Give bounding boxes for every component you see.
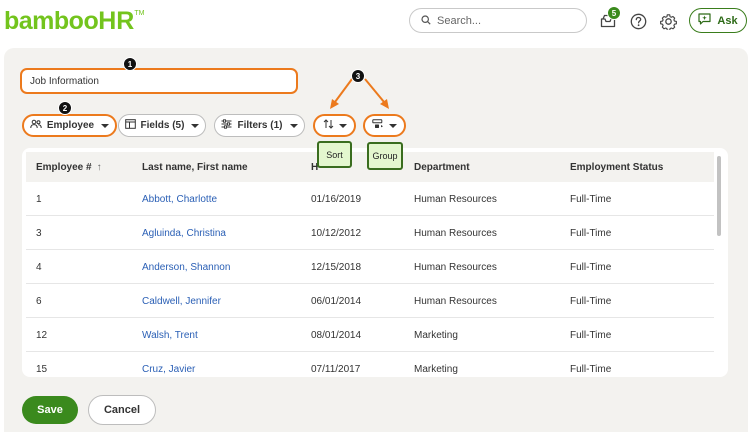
annotation-marker-1: 1 — [123, 57, 137, 71]
cell-employee-number: 12 — [36, 329, 48, 341]
cell-employee-number: 6 — [36, 295, 42, 307]
table-row: 6 Caldwell, Jennifer 06/01/2014 Human Re… — [26, 284, 714, 318]
annotation-marker-3: 3 — [351, 69, 365, 83]
table-row: 15 Cruz, Javier 07/11/2017 Marketing Ful… — [26, 352, 714, 377]
cancel-button[interactable]: Cancel — [88, 395, 156, 425]
cell-hire-date: 01/16/2019 — [311, 193, 362, 205]
scrollbar-thumb[interactable] — [717, 156, 721, 236]
top-bar: bamboo HR TM 5 Ask — [0, 0, 750, 44]
sort-ascending-icon: ↑ — [96, 161, 102, 173]
column-header-department[interactable]: Department — [414, 152, 470, 182]
logo-text: bamboo — [4, 6, 99, 35]
employee-name-link[interactable]: Cruz, Javier — [142, 352, 195, 377]
cell-hire-date: 12/15/2018 — [311, 261, 362, 273]
chevron-down-icon — [101, 123, 110, 128]
fields-dropdown[interactable]: Fields (5) — [118, 114, 206, 137]
cell-employment-status: Full-Time — [570, 193, 612, 205]
cell-employee-number: 3 — [36, 227, 42, 239]
cell-employee-number: 4 — [36, 261, 42, 273]
chat-sparkle-icon — [698, 13, 712, 28]
cell-employment-status: Full-Time — [570, 363, 612, 375]
help-icon[interactable] — [628, 11, 648, 31]
search-icon — [421, 12, 431, 30]
table-scrollbar[interactable] — [714, 152, 724, 377]
report-name-input[interactable]: Job Information — [20, 68, 298, 94]
columns-icon — [124, 119, 136, 132]
cell-employee-number: 15 — [36, 363, 48, 375]
employee-name-link[interactable]: Caldwell, Jennifer — [142, 284, 221, 318]
report-preview-table: Employee # ↑ Last name, First name H Dep… — [22, 148, 728, 377]
column-header-employee-number[interactable]: Employee # ↑ — [36, 152, 102, 182]
settings-gear-icon[interactable] — [658, 11, 678, 31]
cell-hire-date: 10/12/2012 — [311, 227, 362, 239]
sort-tooltip: Sort — [317, 141, 352, 168]
search-input[interactable] — [437, 14, 577, 27]
cell-employment-status: Full-Time — [570, 261, 612, 273]
people-icon — [30, 119, 42, 132]
employee-name-link[interactable]: Anderson, Shannon — [142, 250, 230, 284]
save-button[interactable]: Save — [22, 396, 78, 424]
column-header-name[interactable]: Last name, First name — [142, 152, 248, 182]
chevron-down-icon — [191, 123, 200, 128]
employee-scope-label: Employee — [46, 120, 95, 131]
cell-employee-number: 1 — [36, 193, 42, 205]
annotation-marker-2: 2 — [58, 101, 72, 115]
column-header-employment-status[interactable]: Employment Status — [570, 152, 663, 182]
employee-name-link[interactable]: Walsh, Trent — [142, 318, 198, 352]
ask-button[interactable]: Ask — [689, 8, 747, 33]
bamboohr-logo[interactable]: bamboo HR TM — [4, 6, 145, 35]
chevron-down-icon — [338, 123, 347, 128]
cell-employment-status: Full-Time — [570, 227, 612, 239]
table-row: 3 Agluinda, Christina 10/12/2012 Human R… — [26, 216, 714, 250]
cell-department: Human Resources — [414, 193, 497, 205]
cell-department: Human Resources — [414, 261, 497, 273]
cell-hire-date: 08/01/2014 — [311, 329, 362, 341]
logo-suffix: HR — [98, 6, 135, 35]
table-row: 1 Abbott, Charlotte 01/16/2019 Human Res… — [26, 182, 714, 216]
sort-arrows-icon — [323, 119, 334, 132]
group-icon — [372, 119, 384, 132]
chevron-down-icon — [389, 123, 397, 128]
sliders-icon — [221, 119, 232, 132]
employee-scope-dropdown[interactable]: Employee — [22, 114, 117, 137]
cell-department: Marketing — [414, 329, 458, 341]
fields-label: Fields (5) — [140, 120, 185, 131]
filters-label: Filters (1) — [237, 120, 283, 131]
sort-dropdown[interactable] — [313, 114, 356, 137]
employee-name-link[interactable]: Abbott, Charlotte — [142, 182, 217, 216]
cell-hire-date: 06/01/2014 — [311, 295, 362, 307]
filters-dropdown[interactable]: Filters (1) — [214, 114, 305, 137]
cell-employment-status: Full-Time — [570, 329, 612, 341]
chevron-down-icon — [289, 123, 298, 128]
inbox-count-badge: 5 — [607, 6, 621, 20]
cell-department: Human Resources — [414, 227, 497, 239]
group-dropdown[interactable] — [363, 114, 406, 137]
cell-employment-status: Full-Time — [570, 295, 612, 307]
cell-hire-date: 07/11/2017 — [311, 363, 361, 375]
employee-name-link[interactable]: Agluinda, Christina — [142, 216, 226, 250]
group-tooltip: Group — [367, 142, 403, 170]
cell-department: Marketing — [414, 363, 458, 375]
table-row: 4 Anderson, Shannon 12/15/2018 Human Res… — [26, 250, 714, 284]
global-search[interactable] — [409, 8, 587, 33]
cell-department: Human Resources — [414, 295, 497, 307]
ask-label: Ask — [717, 14, 738, 27]
logo-trademark: TM — [134, 10, 145, 17]
table-row: 12 Walsh, Trent 08/01/2014 Marketing Ful… — [26, 318, 714, 352]
